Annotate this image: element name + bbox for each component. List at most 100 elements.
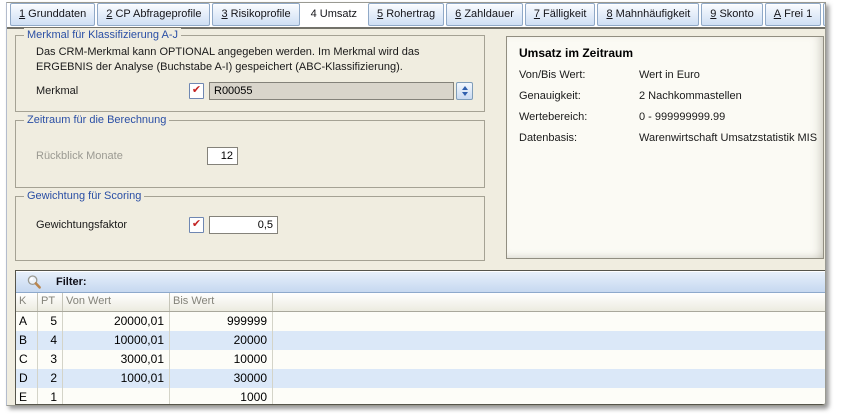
table-row-b[interactable]: B410000,0120000	[16, 331, 825, 350]
cell-pt: 1	[38, 388, 63, 405]
info-row: Datenbasis:Warenwirtschaft Umsatzstatist…	[519, 132, 823, 144]
table-row-e[interactable]: E11000	[16, 388, 825, 405]
groupbox-merkmal: Merkmal für Klassifizierung A-J Das CRM-…	[15, 35, 485, 112]
tab-label: Grunddaten	[25, 8, 86, 20]
cell-k: A	[16, 312, 38, 331]
cell-von: 3000,01	[63, 350, 170, 369]
tab-label: Frei 1	[781, 8, 812, 20]
cell-von: 10000,01	[63, 331, 170, 350]
cell-pt: 5	[38, 312, 63, 331]
tab-risikoprofile[interactable]: 3 Risikoprofile	[212, 3, 299, 26]
tab-grunddaten[interactable]: 1 Grunddaten	[10, 3, 95, 26]
rueckblick-monate-input[interactable]	[207, 147, 238, 165]
merkmal-input[interactable]	[209, 82, 454, 100]
cell-k: C	[16, 350, 38, 369]
tab-mahnhäufigkeit[interactable]: 8 Mahnhäufigkeit	[597, 3, 699, 26]
info-panel: Umsatz im Zeitraum Von/Bis Wert:Wert in …	[506, 36, 824, 259]
cell-k: B	[16, 331, 38, 350]
table-header: KPTVon WertBis Wert	[16, 293, 825, 312]
rueckblick-monate-label: Rückblick Monate	[36, 150, 189, 162]
tab-bar: 1 Grunddaten2 CP Abfrageprofile3 Risikop…	[7, 3, 825, 29]
gewichtungsfaktor-label: Gewichtungsfaktor	[36, 219, 189, 231]
data-table: Filter: KPTVon WertBis Wert A520000,0199…	[15, 270, 825, 405]
tab-rohertrag[interactable]: 5 Rohertrag	[368, 3, 444, 26]
groupbox-zeitraum: Zeitraum für die Berechnung Rückblick Mo…	[15, 120, 485, 188]
app-window: 1 Grunddaten2 CP Abfrageprofile3 Risikop…	[6, 2, 826, 406]
tab-umsatz[interactable]: 4 Umsatz	[302, 2, 366, 27]
groupbox-merkmal-title: Merkmal für Klassifizierung A-J	[24, 28, 181, 42]
tab-frei-2[interactable]: B Frei 2	[823, 3, 826, 26]
info-value: Wert in Euro	[639, 69, 700, 81]
filter-label: Filter:	[56, 276, 87, 288]
info-value: 2 Nachkommastellen	[639, 90, 742, 102]
cell-filler	[273, 312, 825, 331]
header-cell-bis-wert[interactable]: Bis Wert	[170, 293, 273, 311]
header-cell-filler	[273, 293, 825, 311]
info-panel-title: Umsatz im Zeitraum	[519, 46, 823, 60]
tab-label: Risikoprofile	[228, 8, 291, 20]
table-row-a[interactable]: A520000,01999999	[16, 312, 825, 331]
table-body: A520000,01999999B410000,0120000C33000,01…	[16, 312, 825, 405]
tab-fälligkeit[interactable]: 7 Fälligkeit	[525, 3, 596, 26]
merkmal-checkbox[interactable]: ✔	[189, 83, 204, 99]
tab-label: Fälligkeit	[540, 8, 586, 20]
cell-bis: 999999	[170, 312, 273, 331]
table-row-d[interactable]: D21000,0130000	[16, 369, 825, 388]
tab-label: Mahnhäufigkeit	[613, 8, 691, 20]
info-label: Wertebereich:	[519, 111, 639, 123]
cell-filler	[273, 350, 825, 369]
header-cell-pt[interactable]: PT	[38, 293, 63, 311]
tab-accesskey: A	[774, 8, 781, 20]
info-row: Wertebereich:0 - 999999999.99	[519, 111, 823, 123]
merkmal-spinner[interactable]	[456, 82, 473, 100]
cell-filler	[273, 331, 825, 350]
cell-pt: 4	[38, 331, 63, 350]
gewichtungsfaktor-checkbox[interactable]: ✔	[189, 217, 204, 233]
cell-pt: 3	[38, 350, 63, 369]
tab-label: Skonto	[716, 8, 753, 20]
cell-bis: 10000	[170, 350, 273, 369]
cell-k: D	[16, 369, 38, 388]
info-row: Genauigkeit:2 Nachkommastellen	[519, 90, 823, 102]
info-row: Von/Bis Wert:Wert in Euro	[519, 69, 823, 81]
tab-label: Zahldauer	[461, 8, 514, 20]
info-label: Genauigkeit:	[519, 90, 639, 102]
info-value: 0 - 999999999.99	[639, 111, 725, 123]
header-cell-k[interactable]: K	[16, 293, 38, 311]
tab-skonto[interactable]: 9 Skonto	[701, 3, 762, 26]
cell-bis: 30000	[170, 369, 273, 388]
cell-bis: 20000	[170, 331, 273, 350]
tab-label: Rohertrag	[383, 8, 435, 20]
cell-filler	[273, 369, 825, 388]
tab-zahldauer[interactable]: 6 Zahldauer	[446, 3, 523, 26]
merkmal-label: Merkmal	[36, 85, 189, 97]
info-label: Von/Bis Wert:	[519, 69, 639, 81]
header-cell-von-wert[interactable]: Von Wert	[63, 293, 170, 311]
cell-von	[63, 388, 170, 405]
tab-label: Umsatz	[317, 8, 357, 20]
groupbox-gewichtung: Gewichtung für Scoring Gewichtungsfaktor…	[15, 196, 485, 261]
cell-pt: 2	[38, 369, 63, 388]
spinner-up-icon	[462, 86, 468, 90]
groupbox-gewichtung-title: Gewichtung für Scoring	[24, 189, 144, 203]
cell-von: 20000,01	[63, 312, 170, 331]
cell-von: 1000,01	[63, 369, 170, 388]
gewichtungsfaktor-input[interactable]	[209, 216, 278, 234]
info-panel-rows: Von/Bis Wert:Wert in EuroGenauigkeit:2 N…	[507, 69, 823, 144]
merkmal-description: Das CRM-Merkmal kann OPTIONAL angegeben …	[36, 45, 472, 75]
groupbox-zeitraum-title: Zeitraum für die Berechnung	[24, 113, 169, 127]
info-value: Warenwirtschaft Umsatzstatistik MIS	[639, 132, 817, 144]
cell-filler	[273, 388, 825, 405]
cell-k: E	[16, 388, 38, 405]
tab-cp-abfrageprofile[interactable]: 2 CP Abfrageprofile	[97, 3, 210, 26]
search-icon	[26, 274, 42, 290]
spinner-down-icon	[462, 92, 468, 96]
tab-frei-1[interactable]: A Frei 1	[765, 3, 822, 26]
filter-bar[interactable]: Filter:	[16, 271, 825, 293]
tab-label: CP Abfrageprofile	[112, 8, 201, 20]
info-label: Datenbasis:	[519, 132, 639, 144]
check-icon: ✔	[192, 85, 201, 96]
checkbox-spacer	[189, 149, 202, 163]
check-icon: ✔	[192, 219, 201, 230]
table-row-c[interactable]: C33000,0110000	[16, 350, 825, 369]
